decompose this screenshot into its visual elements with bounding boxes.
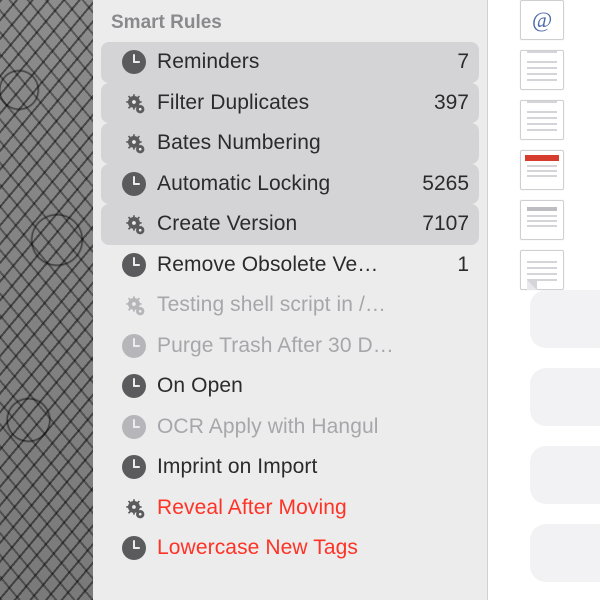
thumbnail-column: [520, 0, 570, 290]
rule-count: 1: [451, 253, 469, 277]
document-thumbnail[interactable]: [520, 250, 564, 290]
rule-label: Reminders: [157, 50, 441, 74]
rule-label: Bates Numbering: [157, 131, 469, 155]
smart-rule-item[interactable]: Reveal After Moving: [101, 488, 479, 529]
smart-rules-list: Reminders 7 Filter Duplicates 397 Bates Numb…: [93, 42, 487, 569]
document-thumbnail[interactable]: [520, 200, 564, 240]
smart-rule-item[interactable]: Create Version 7107: [101, 204, 479, 245]
placeholder-card: [530, 290, 600, 348]
clock-icon: [121, 333, 147, 359]
clock-icon: [121, 414, 147, 440]
smart-rule-item[interactable]: Reminders 7: [101, 42, 479, 83]
clock-icon: [121, 49, 147, 75]
document-thumbnail[interactable]: [520, 100, 564, 140]
rule-label: Filter Duplicates: [157, 91, 418, 115]
rule-label: Purge Trash After 30 D…: [157, 334, 469, 358]
smart-rule-item[interactable]: OCR Apply with Hangul: [101, 407, 479, 448]
rule-label: Reveal After Moving: [157, 496, 469, 520]
placeholder-card: [530, 524, 600, 582]
content-area: [488, 0, 600, 600]
document-thumbnail[interactable]: [520, 150, 564, 190]
rule-label: Lowercase New Tags: [157, 536, 469, 560]
rule-label: OCR Apply with Hangul: [157, 415, 469, 439]
rule-count: 397: [428, 91, 469, 115]
desktop-wallpaper: [0, 0, 95, 600]
placeholder-card: [530, 368, 600, 426]
smart-rule-item[interactable]: Testing shell script in /…: [101, 285, 479, 326]
smart-rule-item[interactable]: Bates Numbering: [101, 123, 479, 164]
clock-icon: [121, 454, 147, 480]
clock-icon: [121, 535, 147, 561]
gears-icon: [121, 90, 147, 116]
smart-rule-item[interactable]: Imprint on Import: [101, 447, 479, 488]
section-header-smart-rules[interactable]: Smart Rules: [93, 6, 487, 42]
rule-label: Testing shell script in /…: [157, 293, 469, 317]
clock-icon: [121, 252, 147, 278]
gears-icon: [121, 495, 147, 521]
clock-icon: [121, 373, 147, 399]
rule-label: Create Version: [157, 212, 406, 236]
gears-icon: [121, 292, 147, 318]
smart-rule-item[interactable]: Filter Duplicates 397: [101, 83, 479, 124]
smart-rules-sidebar: Smart Rules Reminders 7 Filter Duplicates 3…: [93, 0, 488, 600]
rule-label: Imprint on Import: [157, 455, 469, 479]
rule-count: 7107: [416, 212, 469, 236]
rule-count: 5265: [416, 172, 469, 196]
smart-rule-item[interactable]: Purge Trash After 30 D…: [101, 326, 479, 367]
clock-icon: [121, 171, 147, 197]
rule-label: Automatic Locking: [157, 172, 406, 196]
smart-rule-item[interactable]: Remove Obsolete Ve… 1: [101, 245, 479, 286]
rule-label: On Open: [157, 374, 469, 398]
smart-rule-item[interactable]: On Open: [101, 366, 479, 407]
placeholder-card: [530, 446, 600, 504]
document-thumbnail[interactable]: [520, 0, 564, 40]
gears-icon: [121, 130, 147, 156]
smart-rule-item[interactable]: Lowercase New Tags: [101, 528, 479, 569]
placeholder-cards: [530, 290, 600, 600]
smart-rule-item[interactable]: Automatic Locking 5265: [101, 164, 479, 205]
gears-icon: [121, 211, 147, 237]
document-thumbnail[interactable]: [520, 50, 564, 90]
rule-label: Remove Obsolete Ve…: [157, 253, 441, 277]
rule-count: 7: [451, 50, 469, 74]
